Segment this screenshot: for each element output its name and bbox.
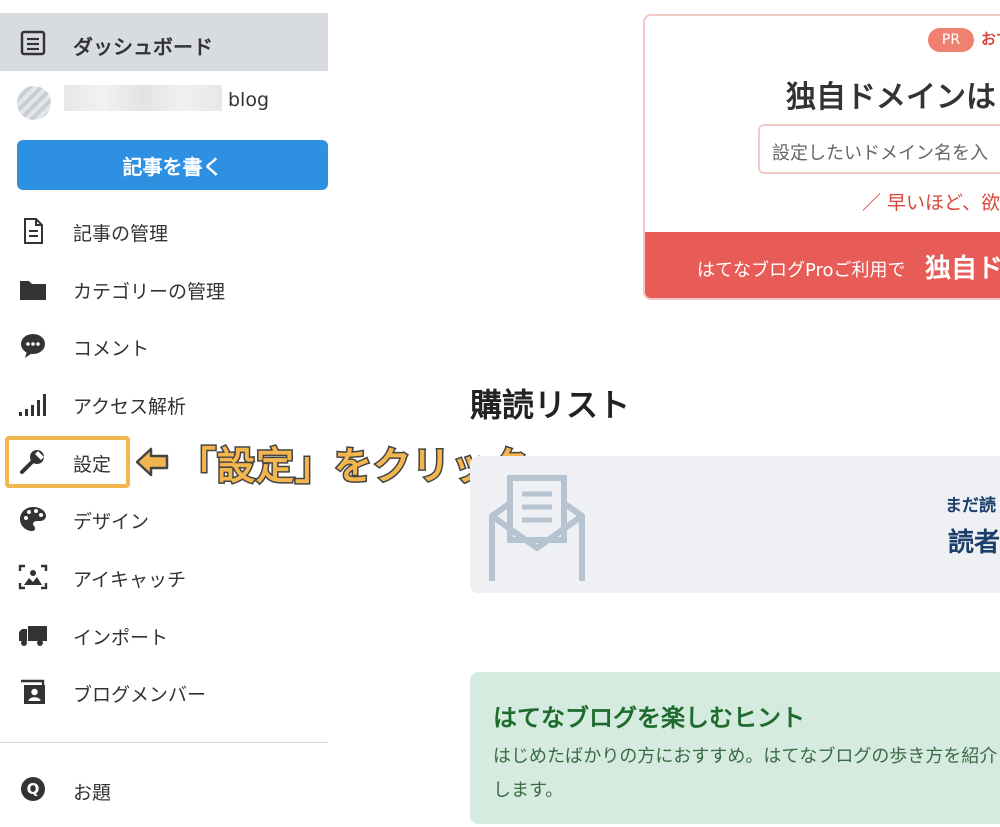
reading-list-message: まだ読 — [945, 496, 996, 516]
promo-bar-text: はてなブログProご利用で — [697, 260, 906, 281]
hint-card[interactable]: はてなブログを楽しむヒント はじめたばかりの方におすすめ。はてなブログの歩き方を… — [470, 672, 1000, 824]
sidebar-item-label: アクセス解析 — [73, 396, 187, 418]
sidebar-item-dashboard[interactable]: ダッシュボード — [0, 13, 328, 71]
svg-text:Q: Q — [27, 780, 40, 798]
blurred-blog-name — [64, 85, 222, 111]
promo-note: ／ 早いほど、欲 — [862, 192, 1000, 214]
reading-list-title: 購読リスト — [470, 386, 631, 424]
hint-title: はてなブログを楽しむヒント — [493, 704, 805, 732]
folder-icon — [20, 281, 46, 300]
blog-selector[interactable]: blog — [0, 80, 328, 124]
sidebar-item-members[interactable]: ブログメンバー — [0, 670, 330, 714]
pr-badge: PR — [928, 28, 974, 52]
question-icon: Q — [21, 777, 45, 801]
member-icon — [21, 679, 45, 704]
hint-body: はじめたばかりの方におすすめ。はてなブログの歩き方を紹介します。 — [493, 746, 998, 801]
sidebar: ダッシュボード blog 記事を書く 記事の管理 カテゴリーの管理 コメント ア… — [0, 0, 330, 827]
promo-tag: おす — [981, 30, 1000, 48]
domain-search-input[interactable]: 設定したいドメイン名を入 — [758, 124, 1000, 174]
sidebar-item-categories[interactable]: カテゴリーの管理 — [0, 267, 330, 311]
sidebar-item-label: ブログメンバー — [73, 684, 207, 706]
promo-bar-emphasis: 独自ド — [925, 254, 1000, 284]
sidebar-item-analytics[interactable]: アクセス解析 — [0, 382, 330, 426]
promo-title: 独自ドメインは — [786, 80, 996, 115]
sidebar-item-label: カテゴリーの管理 — [73, 281, 226, 303]
envelope-icon — [489, 475, 585, 581]
settings-highlight-box — [5, 436, 130, 488]
sidebar-item-import[interactable]: インポート — [0, 613, 330, 657]
sidebar-divider — [0, 742, 328, 743]
write-article-button[interactable]: 記事を書く — [17, 140, 328, 190]
sidebar-item-design[interactable]: デザイン — [0, 497, 330, 541]
blog-name-suffix: blog — [228, 89, 270, 111]
sidebar-item-label: インポート — [73, 627, 169, 649]
sidebar-item-articles[interactable]: 記事の管理 — [0, 209, 330, 253]
dashboard-label: ダッシュボード — [73, 35, 213, 59]
sidebar-item-label: デザイン — [73, 511, 150, 533]
sidebar-item-label: 記事の管理 — [73, 223, 169, 245]
dashboard-icon — [20, 30, 46, 56]
sidebar-item-odai[interactable]: Q お題 — [0, 768, 330, 812]
avatar — [17, 86, 51, 120]
sidebar-item-label: お題 — [73, 782, 112, 804]
arrow-left-icon — [135, 447, 169, 477]
image-icon — [18, 564, 48, 590]
comment-icon — [21, 334, 45, 358]
sidebar-item-comments[interactable]: コメント — [0, 324, 330, 368]
reading-list-empty-box: まだ読 読者 — [470, 456, 1000, 593]
promo-card: PR おす 独自ドメインは 設定したいドメイン名を入 ／ 早いほど、欲 はてなブ… — [643, 14, 1000, 300]
truck-icon — [19, 626, 47, 646]
reading-list-cta[interactable]: 読者 — [948, 522, 1000, 559]
palette-icon — [20, 507, 46, 531]
domain-input-placeholder: 設定したいドメイン名を入 — [772, 143, 988, 164]
sidebar-item-label: アイキャッチ — [73, 569, 187, 591]
sidebar-item-eyecatch[interactable]: アイキャッチ — [0, 555, 330, 599]
sidebar-item-label: コメント — [73, 338, 150, 360]
document-icon — [24, 218, 43, 244]
promo-banner-bar[interactable]: はてなブログProご利用で 独自ド — [645, 232, 1000, 298]
bar-chart-icon — [19, 394, 46, 416]
